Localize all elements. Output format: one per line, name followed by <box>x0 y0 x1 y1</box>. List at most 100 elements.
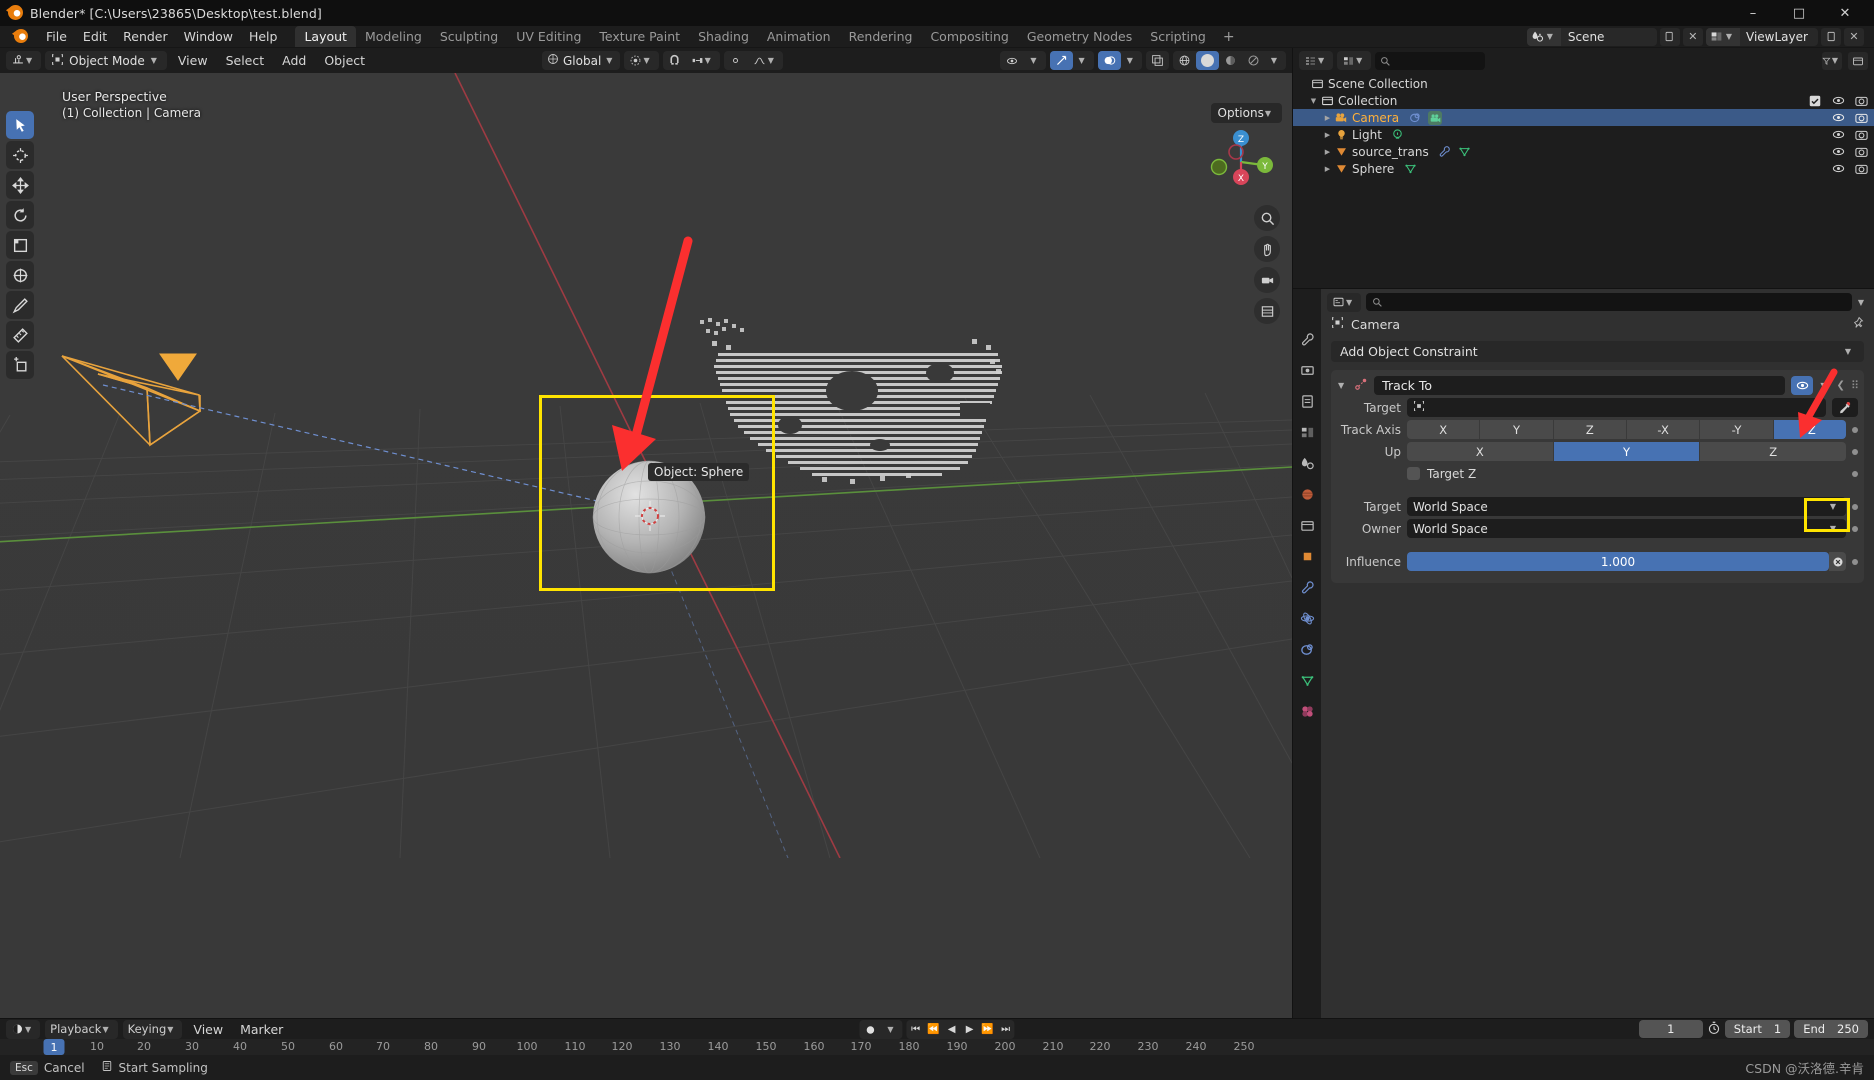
eye-icon[interactable] <box>1831 94 1845 108</box>
up-axis-segmented-control[interactable]: X Y Z <box>1407 442 1846 461</box>
menu-file[interactable]: File <box>38 27 75 46</box>
animate-property-dot[interactable] <box>1852 525 1858 532</box>
owner-space-dropdown[interactable]: World Space ▼ <box>1407 519 1846 538</box>
editor-type-selector[interactable]: ▼ <box>6 51 42 70</box>
scene-name-field[interactable]: Scene <box>1561 30 1657 44</box>
properties-tab-object-icon[interactable] <box>1297 546 1317 566</box>
current-frame-field[interactable]: 1 <box>1638 1020 1703 1038</box>
tab-shading[interactable]: Shading <box>689 26 758 47</box>
properties-tab-output-icon[interactable] <box>1297 391 1317 411</box>
timeline-ruler[interactable]: 1 10 20 30 40 50 60 70 80 90 100 110 120… <box>0 1039 1874 1055</box>
scene-selector[interactable]: ▼ Scene <box>1526 27 1657 46</box>
track-axis-option-neg-x[interactable]: -X <box>1627 420 1701 439</box>
solid-shading-icon[interactable] <box>1195 51 1219 70</box>
tool-transform[interactable] <box>6 261 34 289</box>
keying-label-cell[interactable]: Keying ▼ <box>123 1020 183 1039</box>
properties-tab-data-icon[interactable] <box>1297 670 1317 690</box>
visibility-group[interactable]: ▼ <box>1000 51 1046 70</box>
viewport-menu-add[interactable]: Add <box>275 52 313 69</box>
tool-scale[interactable] <box>6 231 34 259</box>
axis-navigation-gizmo[interactable]: Z Y X <box>1204 125 1278 199</box>
eye-icon[interactable] <box>1831 162 1845 176</box>
proportional-edit-icon[interactable] <box>724 51 747 70</box>
maximize-button[interactable]: □ <box>1776 0 1822 26</box>
outliner-row-sphere[interactable]: ▶ Sphere <box>1293 160 1874 177</box>
target-object-field[interactable] <box>1407 398 1826 417</box>
close-button[interactable]: ✕ <box>1822 0 1868 26</box>
tab-uv-editing[interactable]: UV Editing <box>507 26 590 47</box>
up-option-x[interactable]: X <box>1407 442 1554 461</box>
influence-slider[interactable]: 1.000 <box>1407 552 1829 571</box>
target-z-checkbox[interactable] <box>1407 467 1420 480</box>
blender-menu-icon[interactable] <box>14 28 30 45</box>
track-axis-option-y[interactable]: Y <box>1480 420 1554 439</box>
tab-layout[interactable]: Layout <box>295 26 356 47</box>
properties-tab-collection-icon[interactable] <box>1297 515 1317 535</box>
breadcrumb-object-name[interactable]: Camera <box>1351 317 1400 332</box>
properties-editor-type[interactable]: ▼ <box>1327 292 1362 312</box>
outliner-row-collection[interactable]: ▼ Collection <box>1293 92 1874 109</box>
toggle-ortho-icon[interactable] <box>1254 298 1280 324</box>
outliner-row-light[interactable]: ▶ Light <box>1293 126 1874 143</box>
tab-scripting[interactable]: Scripting <box>1141 26 1215 47</box>
animate-property-dot[interactable] <box>1852 448 1858 455</box>
end-frame-field[interactable]: End 250 <box>1794 1020 1868 1038</box>
overlays-group[interactable]: ▼ <box>1097 51 1142 70</box>
properties-tab-render-icon[interactable] <box>1297 360 1317 380</box>
add-object-constraint-button[interactable]: Add Object Constraint ▼ <box>1331 341 1864 362</box>
outliner-search-input[interactable] <box>1375 51 1486 70</box>
up-option-y[interactable]: Y <box>1553 442 1701 461</box>
viewport-menu-view[interactable]: View <box>171 52 215 69</box>
expand-triangle-icon[interactable]: ▼ <box>1307 97 1320 105</box>
play-reverse-button[interactable]: ◀ <box>943 1021 961 1039</box>
timeline-editor-type[interactable]: ▼ <box>6 1019 41 1039</box>
outliner-editor-type[interactable]: ▼ <box>1299 51 1334 70</box>
menu-help[interactable]: Help <box>241 27 286 46</box>
chevron-down-icon[interactable]: ▼ <box>1265 51 1286 70</box>
track-axis-option-z[interactable]: Z <box>1554 420 1627 439</box>
outliner-new-collection-button[interactable] <box>1848 51 1868 70</box>
tool-measure[interactable] <box>6 321 34 349</box>
constraint-enable-eye-icon[interactable] <box>1791 375 1814 395</box>
outliner-row-source-trans[interactable]: ▶ source_trans <box>1293 143 1874 160</box>
tab-geometry-nodes[interactable]: Geometry Nodes <box>1018 26 1141 47</box>
mesh-data-icon[interactable] <box>1458 145 1472 159</box>
material-preview-icon[interactable] <box>1219 51 1242 70</box>
camera-render-icon[interactable] <box>1854 145 1868 159</box>
view-layer-name-field[interactable]: ViewLayer <box>1740 30 1818 44</box>
animate-property-dot[interactable] <box>1852 503 1858 510</box>
track-axis-option-x[interactable]: X <box>1407 420 1481 439</box>
chevron-down-icon[interactable]: ▼ <box>881 1020 902 1039</box>
tool-add-cube[interactable] <box>6 351 34 379</box>
snap-pivot-group[interactable]: ▼ <box>624 51 659 70</box>
mesh-data-icon[interactable] <box>1403 162 1417 176</box>
camera-view-icon[interactable] <box>1254 267 1280 293</box>
constraint-close-icon[interactable]: ❮ <box>1837 380 1845 391</box>
outliner-row-scene-collection[interactable]: Scene Collection <box>1293 75 1874 92</box>
animate-property-dot[interactable] <box>1852 426 1858 433</box>
frame-range-fields[interactable]: Start 1 <box>1724 1020 1791 1038</box>
stopwatch-icon[interactable] <box>1707 1021 1721 1038</box>
track-axis-option-neg-y[interactable]: -Y <box>1700 420 1774 439</box>
constraint-menu-chevron-icon[interactable]: ▼ <box>1819 381 1830 390</box>
show-overlays-toggle[interactable] <box>1097 51 1121 70</box>
timeline-menu-marker[interactable]: Marker <box>234 1021 289 1038</box>
tool-rotate[interactable] <box>6 201 34 229</box>
playback-label-cell[interactable]: Playback ▼ <box>45 1020 117 1039</box>
playback-menu[interactable]: Playback ▼ <box>45 1019 118 1039</box>
up-option-z[interactable]: Z <box>1700 442 1846 461</box>
viewport-options-button[interactable]: Options ▼ <box>1210 103 1282 123</box>
properties-tab-modifier-icon[interactable] <box>1297 577 1317 597</box>
auto-keying-group[interactable]: ▼ <box>859 1020 903 1039</box>
eye-icon[interactable] <box>1831 128 1845 142</box>
snap-target-icon[interactable]: ▼ <box>686 51 720 70</box>
tab-texture-paint[interactable]: Texture Paint <box>590 26 689 47</box>
timeline-menu-view[interactable]: View <box>187 1021 229 1038</box>
gizmo-group[interactable]: ▼ <box>1049 51 1094 70</box>
play-button[interactable]: ▶ <box>961 1021 979 1039</box>
camera-data-icon[interactable] <box>1428 110 1443 125</box>
constraint-name-field[interactable]: Track To <box>1374 375 1786 395</box>
jump-to-end-button[interactable]: ⏭ <box>997 1021 1015 1039</box>
tool-annotate[interactable] <box>6 291 34 319</box>
wireframe-shading-icon[interactable] <box>1173 51 1196 70</box>
